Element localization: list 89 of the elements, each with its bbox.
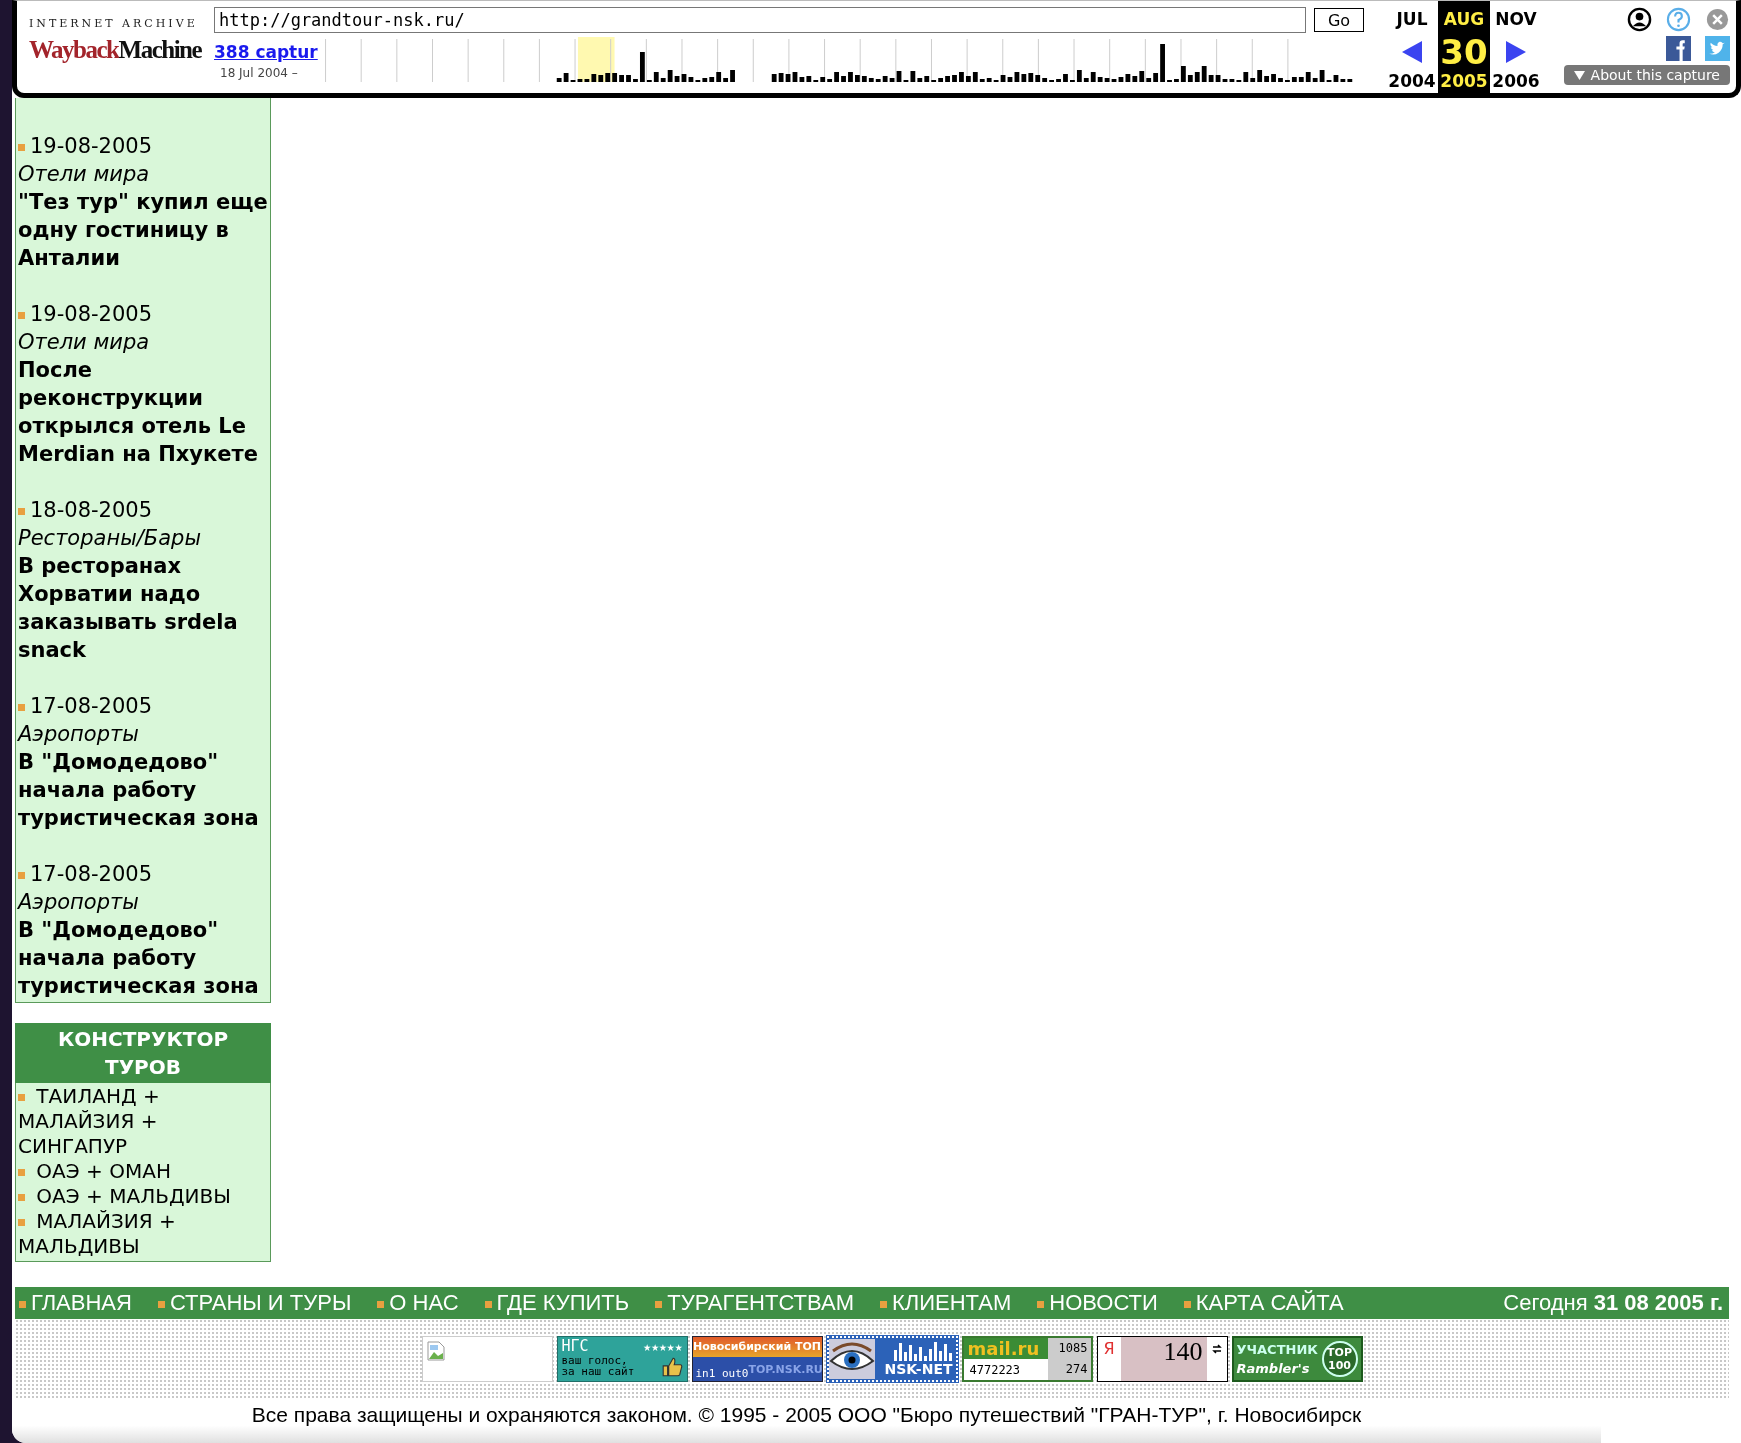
nav-link[interactable]: КАРТА САЙТА bbox=[1183, 1290, 1344, 1316]
tour-link[interactable]: ОАЭ + МАЛЬДИВЫ bbox=[18, 1184, 268, 1209]
logo-text[interactable]: Machine bbox=[118, 36, 202, 64]
go-button[interactable]: Go bbox=[1314, 8, 1364, 32]
tour-link[interactable]: ОАЭ + ОМАН bbox=[18, 1159, 268, 1184]
banner-text: TOP.NSK.RU bbox=[748, 1362, 822, 1376]
bullet-icon bbox=[1183, 1301, 1191, 1308]
counter-banner[interactable]: mail.ru 1085 4772223 274 bbox=[961, 1336, 1093, 1382]
logo-text[interactable]: Wayback bbox=[29, 36, 119, 64]
broken-image-icon bbox=[426, 1341, 445, 1361]
brand-caption: INTERNET ARCHIVE bbox=[29, 17, 199, 30]
news-category: Аэропорты bbox=[18, 889, 140, 916]
news-date: 19-08-2005 bbox=[30, 302, 153, 326]
close-icon[interactable] bbox=[1705, 7, 1730, 32]
banner-text: 274 bbox=[1047, 1359, 1091, 1380]
next-arrow-icon[interactable] bbox=[1506, 41, 1526, 63]
previous-arrow-icon[interactable] bbox=[1402, 41, 1422, 63]
news-category: Рестораны/Бары bbox=[18, 525, 202, 552]
banner-text: 4772223 bbox=[968, 1362, 1021, 1377]
counter-banner[interactable]: НГС ★★★★★ ваш голос, за наш сайт bbox=[556, 1336, 688, 1382]
banner-text: Rambler's bbox=[1236, 1360, 1311, 1378]
bullet-icon bbox=[18, 1094, 25, 1101]
bullet-icon bbox=[18, 312, 25, 319]
banner-text: 100 bbox=[1328, 1359, 1351, 1372]
about-capture-button[interactable]: About this capture bbox=[1563, 65, 1730, 85]
nav-link[interactable]: КЛИЕНТАМ bbox=[880, 1290, 1012, 1316]
bullet-icon bbox=[880, 1301, 887, 1308]
news-date: 17-08-2005 bbox=[30, 694, 153, 718]
facebook-icon[interactable] bbox=[1666, 36, 1691, 61]
banner-text: NSK-NET bbox=[884, 1361, 953, 1377]
banner-text: Я bbox=[1102, 1338, 1116, 1360]
nav-link[interactable]: ГДЕ КУПИТЬ bbox=[484, 1290, 630, 1316]
news-title[interactable]: "Тез тур" купил еще одну гостиницу в Анталии bbox=[18, 188, 268, 272]
bullet-icon bbox=[655, 1301, 663, 1308]
news-title[interactable]: В "Домодедово" начала работу туристическая зона bbox=[18, 748, 268, 832]
counter-banner[interactable]: NSK-NET bbox=[826, 1336, 958, 1382]
bullet-icon bbox=[18, 1194, 25, 1201]
nav-link[interactable]: О НАС bbox=[377, 1290, 459, 1316]
banner-text: ★★★★★ bbox=[643, 1338, 683, 1355]
refresh-icon bbox=[1210, 1343, 1223, 1355]
news-date: 18-08-2005 bbox=[30, 498, 153, 522]
bullet-icon bbox=[18, 1219, 25, 1226]
counter-banner[interactable]: Я 140 bbox=[1096, 1336, 1228, 1382]
banner-text: TOP bbox=[1327, 1346, 1352, 1359]
banner-text: УЧАСТНИК bbox=[1236, 1341, 1318, 1359]
tour-link[interactable]: ТАИЛАНД + МАЛАЙЗИЯ + СИНГАПУР bbox=[18, 1084, 268, 1159]
bullet-icon bbox=[18, 872, 25, 879]
banner-text: 140 bbox=[1163, 1337, 1203, 1368]
counter-banner[interactable]: УЧАСТНИК Rambler's TOP 100 bbox=[1231, 1336, 1363, 1382]
date-range: 18 Jul 2004 – bbox=[219, 66, 299, 80]
tour-link[interactable]: МАЛАЙЗИЯ + МАЛЬДИВЫ bbox=[18, 1209, 268, 1259]
section-header: КОНСТРУКТОР ТУРОВ bbox=[15, 1023, 271, 1083]
today-date: Сегодня 31 08 2005 г. bbox=[1503, 1290, 1723, 1316]
bullet-icon bbox=[18, 1169, 25, 1176]
news-date: 17-08-2005 bbox=[30, 862, 153, 886]
banner-text: НГС bbox=[561, 1338, 589, 1355]
news-category: Аэропорты bbox=[18, 721, 140, 748]
bullet-icon bbox=[1037, 1301, 1045, 1308]
bullet-icon bbox=[377, 1301, 385, 1308]
bullet-icon bbox=[157, 1301, 165, 1308]
counter-banner[interactable]: Новосибирский ТОП in1 out0TOP.NSK.RU bbox=[691, 1336, 823, 1382]
banner-text: Новосибирский ТОП bbox=[692, 1337, 822, 1357]
caret-icon bbox=[1573, 70, 1585, 80]
eye-icon bbox=[828, 1339, 875, 1379]
thumbs-up-icon bbox=[660, 1357, 683, 1377]
news-title[interactable]: В "Домодедово" начала работу туристическая зона bbox=[18, 916, 268, 1000]
nav-link[interactable]: НОВОСТИ bbox=[1037, 1290, 1158, 1316]
bullet-icon bbox=[18, 508, 25, 515]
nav-link[interactable]: ГЛАВНАЯ bbox=[19, 1290, 132, 1316]
nav-link[interactable]: ТУРАГЕНТСТВАМ bbox=[655, 1290, 854, 1316]
news-date: 19-08-2005 bbox=[30, 134, 153, 158]
calendar-month[interactable]: AUG 30 2005 bbox=[1438, 1, 1490, 93]
user-icon[interactable] bbox=[1627, 7, 1652, 32]
news-title[interactable]: После реконструкции открылся отель Le Merdian на Пхукете bbox=[18, 356, 268, 468]
calendar-month[interactable]: JUL 2004 bbox=[1386, 1, 1438, 93]
banner-text: ваш голос, за наш сайт bbox=[561, 1355, 635, 1377]
banner-text: mail.ru bbox=[966, 1338, 1040, 1359]
bullet-icon bbox=[484, 1301, 492, 1308]
banner-text: 1085 bbox=[1047, 1338, 1091, 1359]
bullet-icon bbox=[19, 1301, 26, 1308]
calendar-month[interactable]: NOV 2006 bbox=[1490, 1, 1542, 93]
bullet-icon bbox=[18, 704, 25, 711]
bullet-icon bbox=[18, 144, 25, 151]
news-title[interactable]: В ресторанах Хорватии надо заказывать srdela snack bbox=[18, 552, 268, 664]
url-field[interactable]: http://grandtour-nsk.ru/ bbox=[214, 7, 1306, 33]
news-category: Отели мира bbox=[18, 161, 151, 188]
nav-link[interactable]: СТРАНЫ И ТУРЫ bbox=[157, 1290, 352, 1316]
banner-text: in1 out0 bbox=[695, 1367, 749, 1381]
news-category: Отели мира bbox=[18, 329, 151, 356]
